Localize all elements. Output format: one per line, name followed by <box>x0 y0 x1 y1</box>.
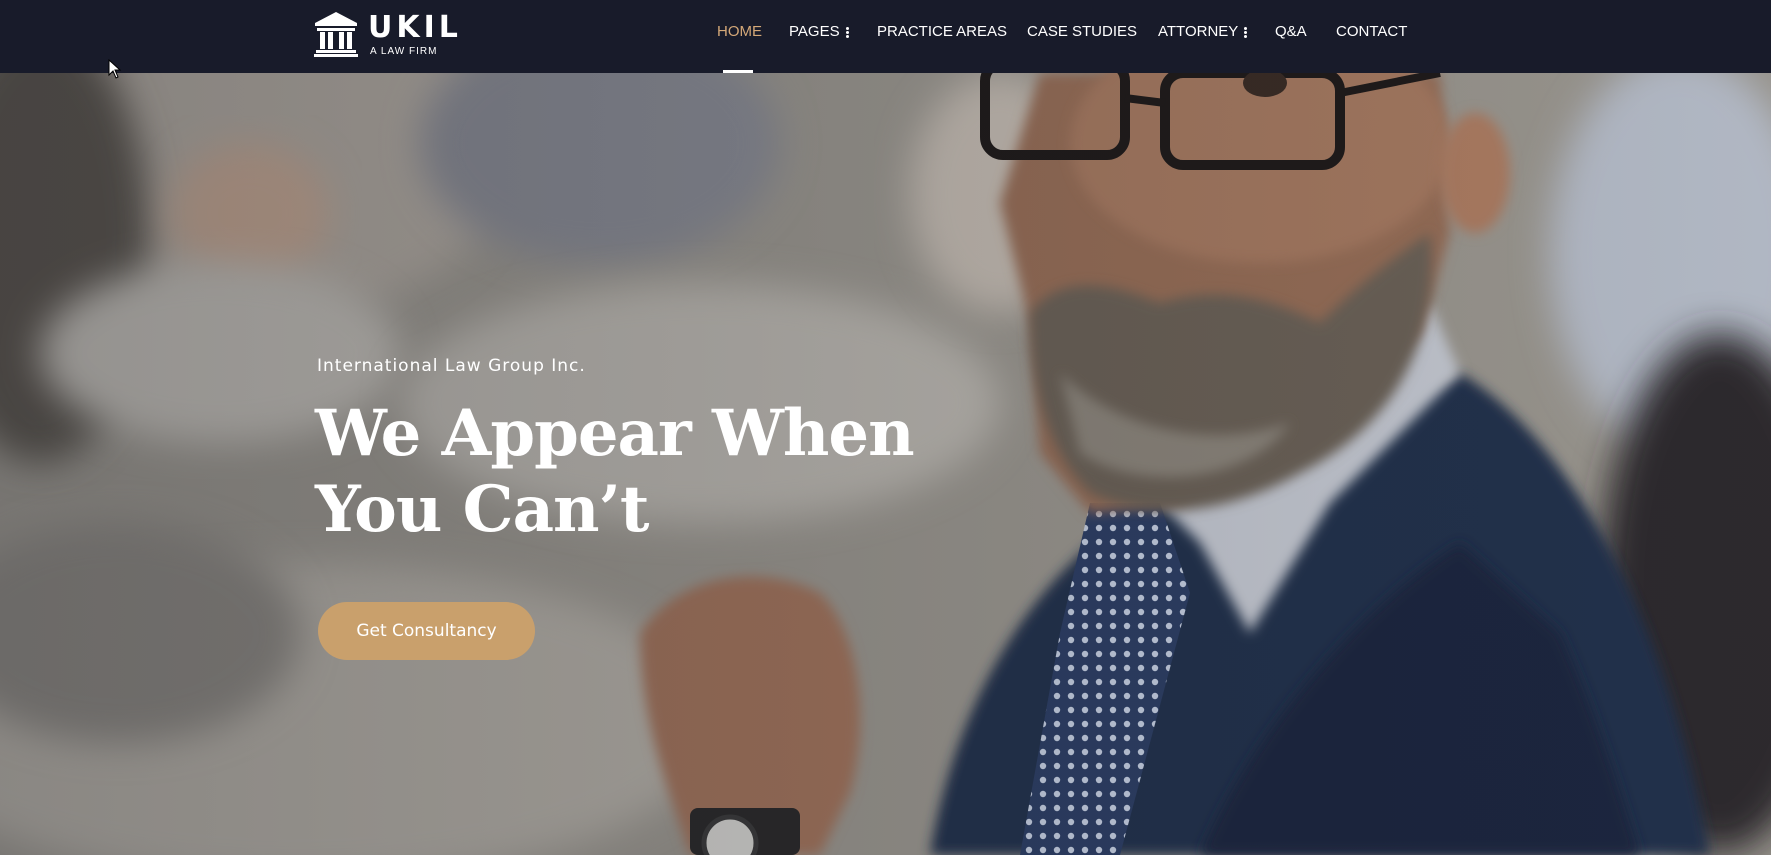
site-header: UKIL A LAW FIRM HOME PAGES PRACTICE AREA… <box>0 0 1771 73</box>
vertical-dots-icon <box>1244 26 1248 39</box>
main-nav: HOME PAGES PRACTICE AREAS CASE STUDIES A… <box>0 0 1771 73</box>
nav-item-home[interactable]: HOME <box>717 21 762 43</box>
active-nav-indicator <box>723 70 753 73</box>
hero-title-line-2: You Can’t <box>315 472 649 547</box>
nav-item-label: HOME <box>717 23 762 40</box>
hero-title: We Appear When You Can’t <box>315 396 915 548</box>
nav-item-contact[interactable]: CONTACT <box>1336 21 1407 43</box>
nav-item-qa[interactable]: Q&A <box>1275 21 1307 43</box>
hero-eyebrow: International Law Group Inc. <box>317 356 586 376</box>
mouse-cursor-icon <box>108 59 122 79</box>
nav-item-label: ATTORNEY <box>1158 23 1239 40</box>
vertical-dots-icon <box>845 26 850 39</box>
nav-item-label: CASE STUDIES <box>1027 23 1138 40</box>
hero-section: International Law Group Inc. We Appear W… <box>0 73 1771 855</box>
nav-item-label: CONTACT <box>1336 23 1408 40</box>
nav-item-attorney[interactable]: ATTORNEY <box>1158 21 1248 43</box>
nav-item-label: PAGES <box>789 23 840 40</box>
hero-title-line-1: We Appear When <box>315 396 915 471</box>
nav-item-case-studies[interactable]: CASE STUDIES <box>1027 21 1137 43</box>
nav-item-pages[interactable]: PAGES <box>789 21 850 43</box>
get-consultancy-button[interactable]: Get Consultancy <box>318 602 535 660</box>
nav-item-label: Q&A <box>1275 23 1307 40</box>
nav-item-label: PRACTICE AREAS <box>877 23 1008 40</box>
nav-item-practice-areas[interactable]: PRACTICE AREAS <box>877 21 1007 43</box>
